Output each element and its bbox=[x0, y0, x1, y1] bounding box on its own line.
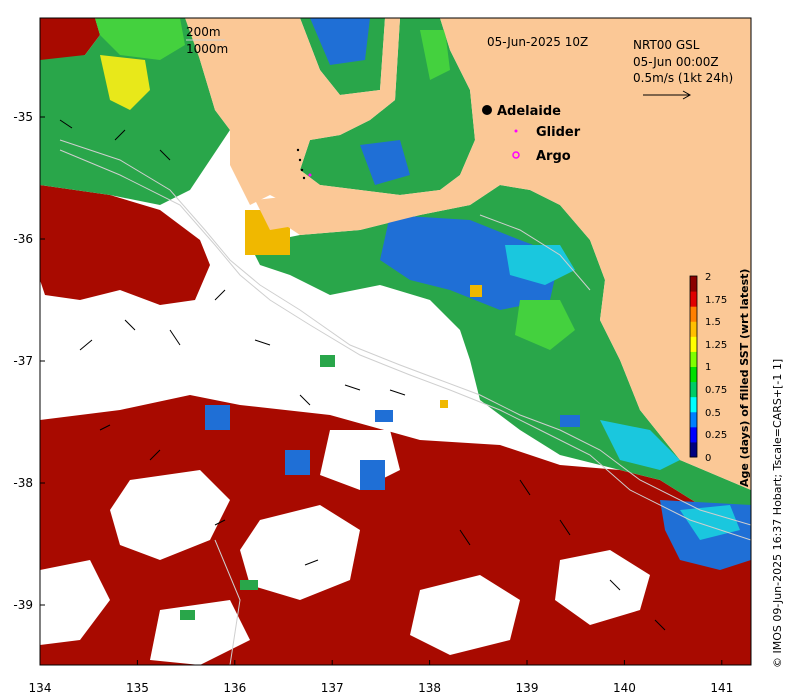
adelaide-marker bbox=[482, 105, 492, 115]
colorbar-swatch bbox=[690, 276, 697, 292]
colorbar-tick-label: 1.75 bbox=[705, 295, 727, 306]
colorbar-tick-label: 1 bbox=[705, 362, 711, 373]
colorbar-swatches bbox=[690, 276, 697, 458]
y-tick-label: -37 bbox=[13, 354, 33, 368]
colorbar-swatch bbox=[690, 381, 697, 398]
colorbar-tick-label: 0 bbox=[705, 453, 711, 464]
credit-line: © IMOS 09-Jun-2025 16:37 Hobart; Tscale=… bbox=[771, 359, 784, 668]
x-tick-label: 136 bbox=[223, 681, 246, 695]
y-tick-label: -38 bbox=[13, 476, 33, 490]
colorbar-swatch bbox=[690, 336, 697, 352]
y-tick-label: -35 bbox=[13, 110, 33, 124]
colorbar-swatch bbox=[690, 321, 697, 337]
colorbar-title: Age (days) of filled SST (wrt latest) bbox=[738, 269, 751, 487]
adelaide-label: Adelaide bbox=[497, 104, 561, 119]
y-axis-labels: -35 -36 -37 -38 -39 bbox=[13, 110, 33, 612]
map-date-title: 05-Jun-2025 10Z bbox=[487, 35, 588, 49]
colorbar-swatch bbox=[690, 291, 697, 307]
glider-legend-marker bbox=[514, 129, 518, 133]
colorbar-tick-label: 0.5 bbox=[705, 408, 721, 419]
colorbar-swatch bbox=[690, 306, 697, 322]
colorbar-swatch bbox=[690, 441, 697, 458]
y-tick-label: -39 bbox=[13, 598, 33, 612]
colorbar-tick-label: 1.5 bbox=[705, 317, 721, 328]
isobath-1000m-label: 1000m bbox=[186, 42, 228, 56]
x-axis-labels: 134 135 136 137 138 139 140 141 bbox=[29, 681, 734, 695]
colorbar-swatch bbox=[690, 351, 697, 367]
product-label: NRT00 GSL bbox=[633, 38, 700, 52]
current-time-label: 05-Jun 00:00Z bbox=[633, 55, 719, 69]
x-tick-label: 140 bbox=[613, 681, 636, 695]
isobath-200m-label: 200m bbox=[186, 25, 221, 39]
x-tick-label: 141 bbox=[710, 681, 733, 695]
argo-legend-label: Argo bbox=[536, 149, 571, 164]
sst-age-map: 134 135 136 137 138 139 140 141 -35 -36 … bbox=[13, 17, 784, 695]
glider-legend-label: Glider bbox=[536, 125, 581, 140]
x-tick-label: 137 bbox=[321, 681, 344, 695]
vector-scale-label: 0.5m/s (1kt 24h) bbox=[633, 71, 733, 85]
colorbar-swatch bbox=[690, 366, 697, 383]
y-tick-label: -36 bbox=[13, 232, 33, 246]
map-plot-area bbox=[40, 18, 751, 665]
colorbar-swatch bbox=[690, 426, 697, 443]
colorbar-tick-label: 1.25 bbox=[705, 340, 727, 351]
colorbar-swatch bbox=[690, 396, 697, 413]
colorbar-tick-label: 2 bbox=[705, 272, 711, 283]
x-tick-label: 134 bbox=[29, 681, 52, 695]
colorbar-tick-label: 0.25 bbox=[705, 430, 727, 441]
x-tick-label: 138 bbox=[418, 681, 441, 695]
x-tick-label: 139 bbox=[516, 681, 539, 695]
colorbar-swatch bbox=[690, 411, 697, 428]
colorbar-tick-label: 0.75 bbox=[705, 385, 727, 396]
x-tick-label: 135 bbox=[126, 681, 149, 695]
